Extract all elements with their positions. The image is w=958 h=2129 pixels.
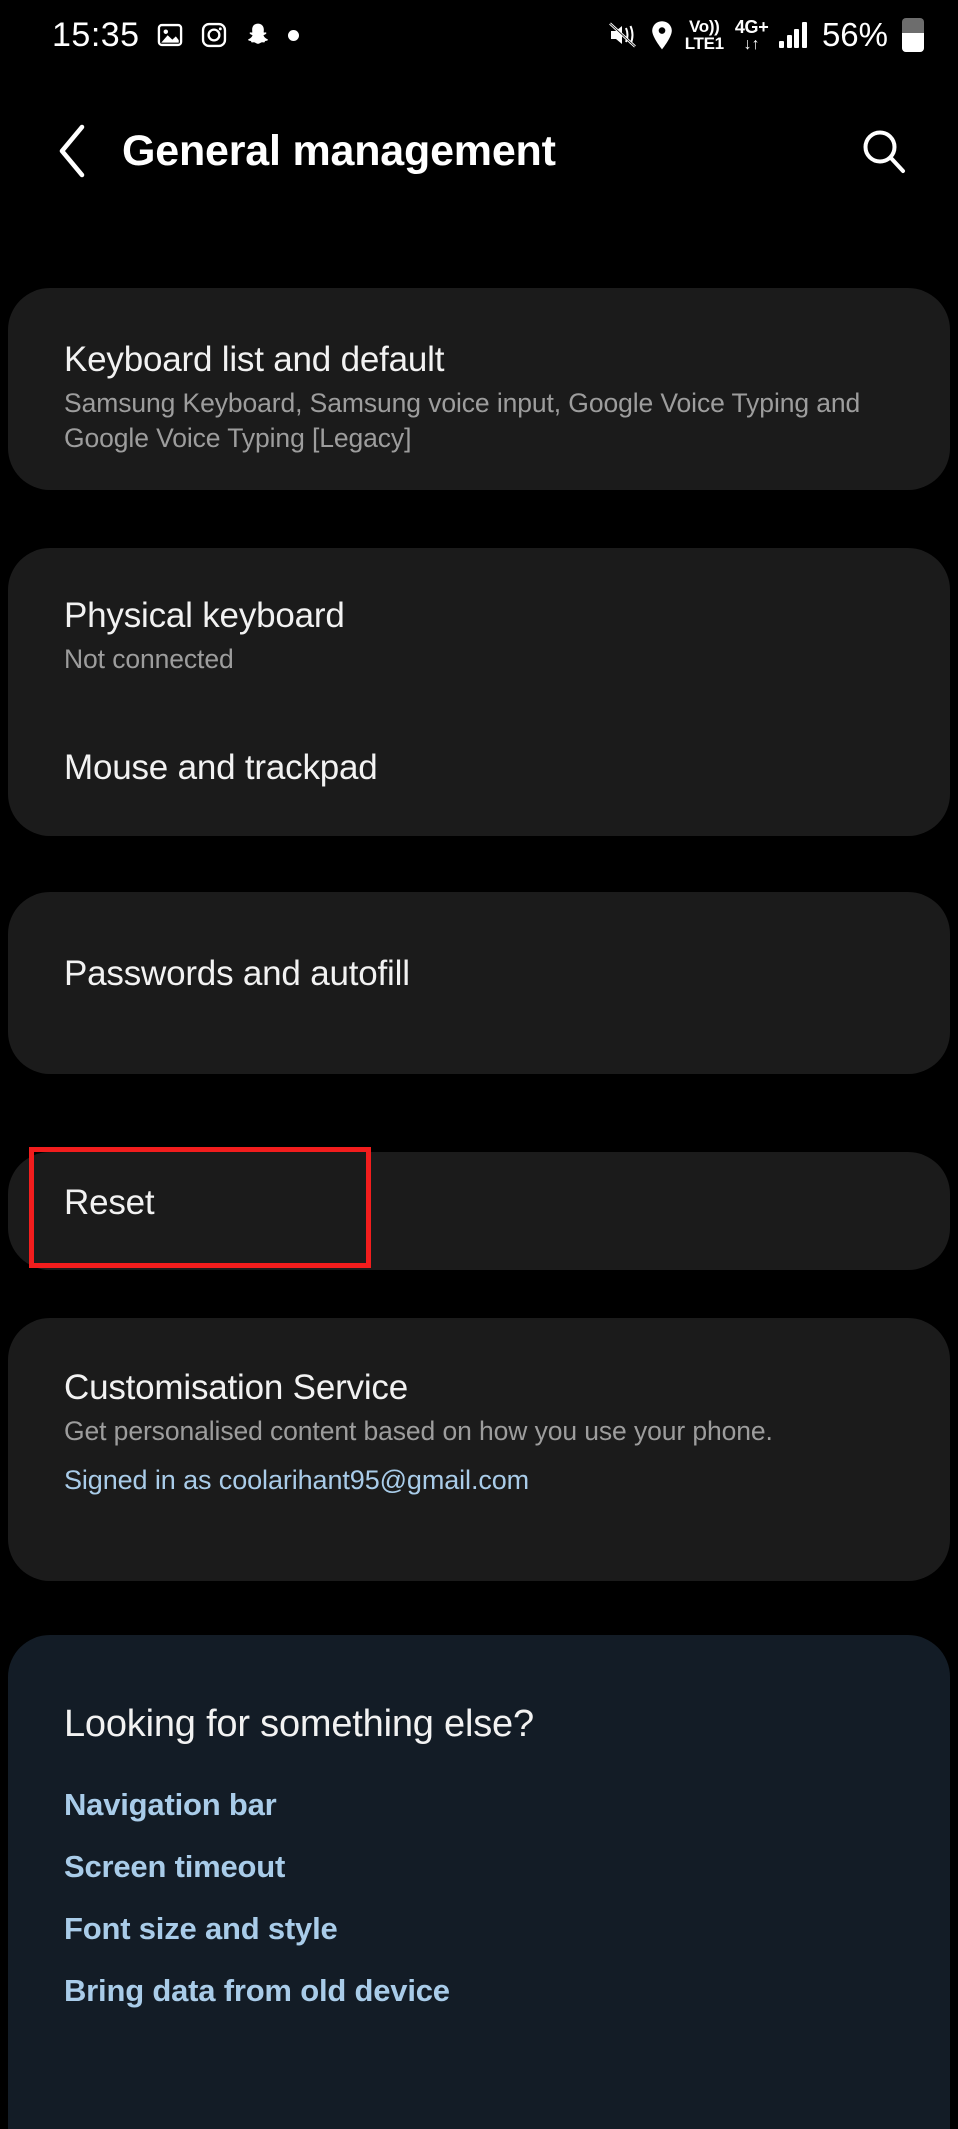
status-bar-clock: 15:35 [52,15,140,54]
battery-icon [902,18,924,52]
suggestion-link-bring-data-from-old-device[interactable]: Bring data from old device [64,1973,450,2009]
status-bar: 15:35 Vo)) LTE1 4G+ ↓↑ 56% [0,0,958,70]
looking-for-something-else-title: Looking for something else? [64,1703,534,1745]
customisation-row: Customisation Service Get personalised c… [8,1368,950,1496]
suggestion-link-screen-timeout[interactable]: Screen timeout [64,1849,285,1885]
app-header: General management [0,96,958,206]
page-title: General management [122,126,556,175]
customisation-account-link[interactable]: Signed in as coolarihant95@gmail.com [64,1465,894,1496]
physical-keyboard-title: Physical keyboard [64,596,345,635]
customisation-title: Customisation Service [64,1368,408,1407]
mobile-data-icon: 4G+ ↓↑ [734,16,769,53]
status-bar-right: Vo)) LTE1 4G+ ↓↑ 56% [607,16,924,54]
vibrate-off-icon [607,20,639,50]
settings-item-physical-keyboard[interactable]: Physical keyboard Not connected [8,596,950,677]
looking-for-something-else-card: Looking for something else? Navigation b… [8,1635,950,2129]
dot-indicator-icon [287,29,299,41]
search-button[interactable] [846,113,922,189]
signal-bars-icon [779,22,807,48]
phone-screen: 15:35 Vo)) LTE1 4G+ ↓↑ 56% General manag… [0,0,958,2129]
back-chevron-icon [59,124,85,178]
keyboard-list-row: Keyboard list and default Samsung Keyboa… [8,340,950,456]
keyboard-list-subtitle: Samsung Keyboard, Samsung voice input, G… [64,388,861,453]
volte-icon: Vo)) LTE1 [684,17,724,53]
physical-keyboard-subtitle: Not connected [64,644,234,674]
customisation-subtitle: Get personalised content based on how yo… [64,1416,773,1446]
back-button[interactable] [30,108,116,194]
battery-percent-label: 56% [821,16,888,53]
location-icon [650,20,674,51]
search-icon [863,130,905,173]
settings-item-mouse-trackpad[interactable]: Mouse and trackpad [8,748,950,788]
reset-row: Reset [8,1183,950,1223]
settings-item-keyboard-list[interactable]: Keyboard list and default Samsung Keyboa… [8,288,950,490]
mouse-trackpad-title: Mouse and trackpad [64,748,378,787]
settings-item-reset[interactable]: Reset [8,1152,950,1270]
passwords-row: Passwords and autofill [8,954,950,994]
passwords-title: Passwords and autofill [64,954,410,993]
reset-title: Reset [64,1183,155,1222]
gallery-icon [156,21,184,49]
settings-item-customisation-service[interactable]: Customisation Service Get personalised c… [8,1318,950,1581]
settings-group-input-devices: Physical keyboard Not connected Mouse an… [8,548,950,1266]
instagram-icon [200,21,228,49]
settings-item-passwords-autofill[interactable]: Passwords and autofill [8,892,950,1074]
status-bar-left: 15:35 [52,16,299,55]
snapchat-icon [244,21,272,49]
suggestion-link-navigation-bar[interactable]: Navigation bar [64,1787,277,1823]
keyboard-list-title: Keyboard list and default [64,340,445,379]
suggestion-link-font-size-and-style[interactable]: Font size and style [64,1911,338,1947]
